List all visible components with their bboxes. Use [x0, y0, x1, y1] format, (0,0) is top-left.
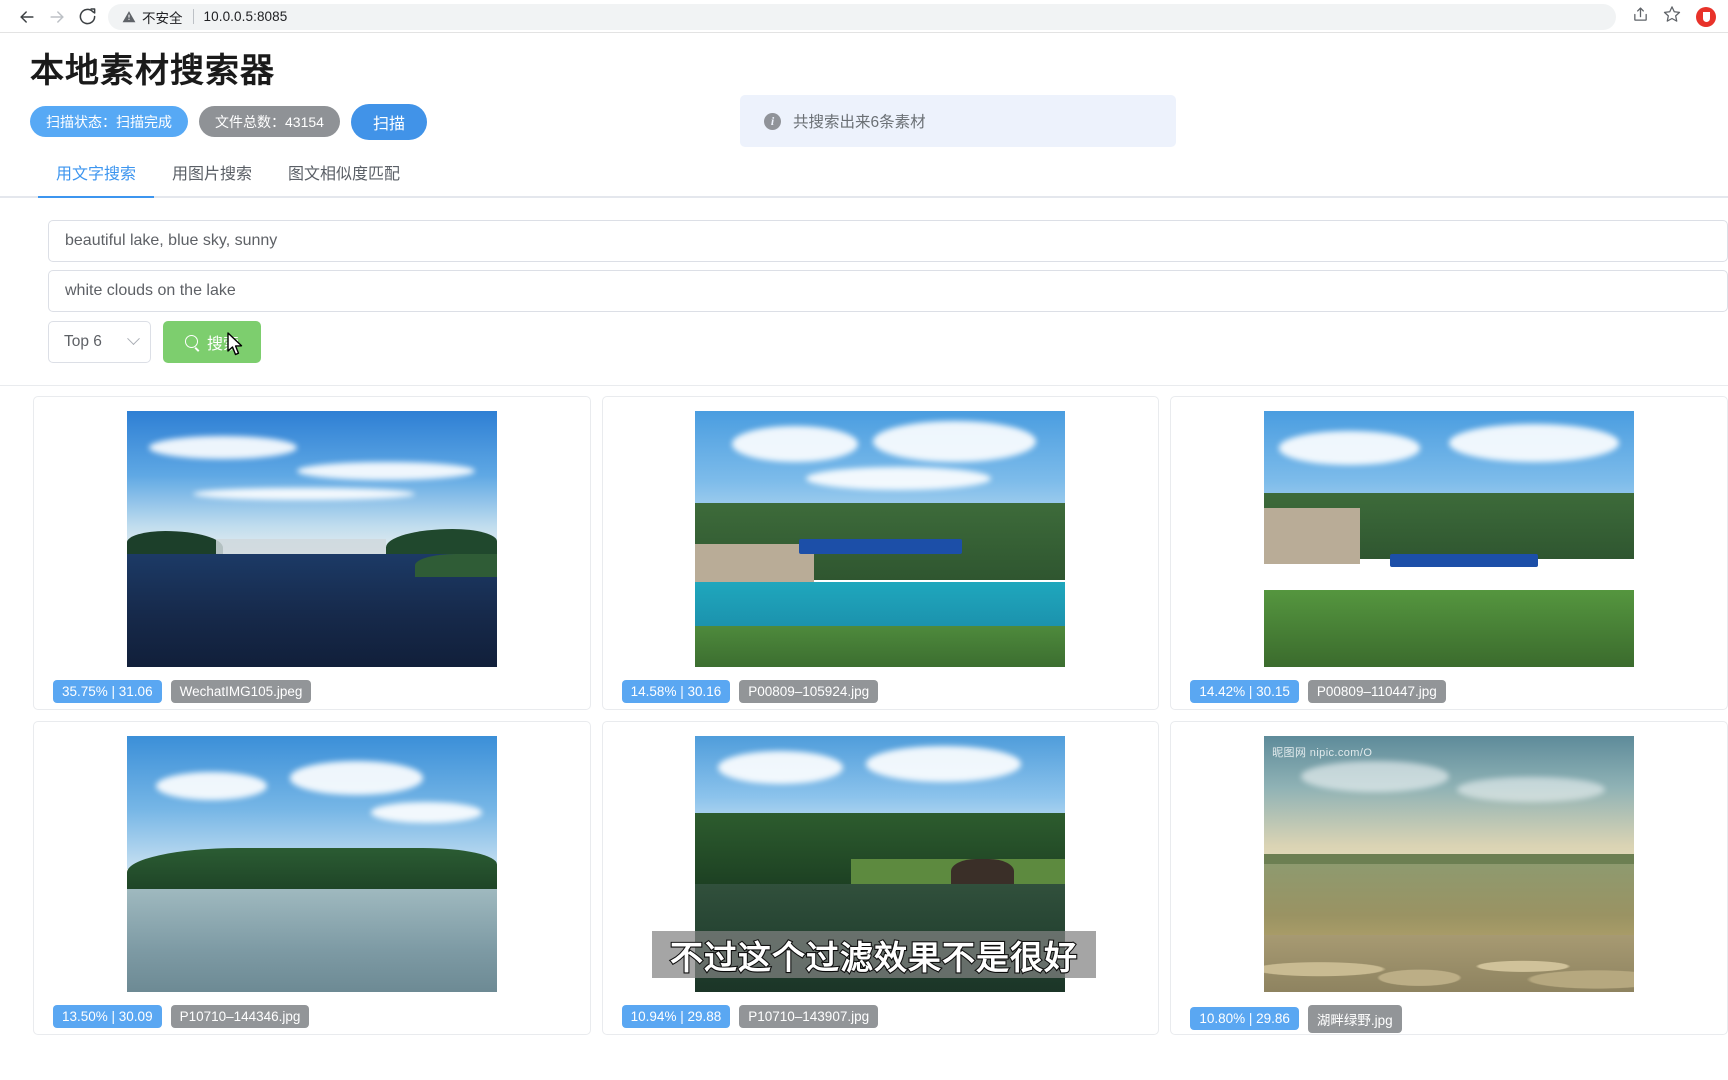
tab-text-search[interactable]: 用文字搜索: [38, 160, 155, 198]
security-warning-text: 不安全: [142, 10, 183, 26]
photo-quarry-lake-train: [695, 410, 1066, 667]
security-warning-icon: [122, 10, 136, 24]
query-input-primary[interactable]: [48, 219, 1728, 262]
address-bar[interactable]: 不安全 10.0.0.5:8085: [108, 3, 1616, 30]
adblock-extension-icon[interactable]: [1696, 6, 1716, 27]
score-badge: 10.80% | 29.86: [1190, 1007, 1299, 1031]
magnifier-icon: [185, 335, 198, 349]
back-arrow-icon: [17, 7, 37, 27]
reload-button[interactable]: [72, 2, 102, 32]
tab-image-text-similarity[interactable]: 图文相似度匹配: [270, 160, 418, 196]
result-card[interactable]: 昵图网 nipic.com/O 10.80% | 29.86 湖畔绿野.jpg: [1170, 720, 1728, 1035]
search-button[interactable]: 搜索: [163, 320, 262, 363]
score-badge: 10.94% | 29.88: [621, 1004, 731, 1028]
result-thumbnail[interactable]: 昵图网 nipic.com/O: [1264, 735, 1635, 992]
top-n-value: Top 6: [64, 332, 102, 350]
file-count-badge: 文件总数：43154: [199, 106, 340, 138]
forward-button[interactable]: [42, 2, 72, 32]
photo-lake-city: [126, 410, 497, 667]
browser-toolbar: 不安全 10.0.0.5:8085: [0, 0, 1728, 33]
image-watermark: 昵图网 nipic.com/O: [1272, 746, 1373, 759]
filename-badge: WechatIMG105.jpeg: [170, 679, 312, 703]
result-thumbnail[interactable]: [126, 410, 497, 667]
result-meta: 14.58% | 30.16 P00809–105924.jpg: [603, 679, 879, 703]
status-badges: 扫描状态：扫描完成 文件总数：43154 扫描: [30, 103, 427, 140]
share-button[interactable]: [1626, 3, 1654, 31]
result-meta: 13.50% | 30.09 P10710–144346.jpg: [34, 1004, 310, 1028]
filename-badge: P10710–144346.jpg: [170, 1004, 310, 1028]
result-meta: 10.80% | 29.86 湖畔绿野.jpg: [1171, 1004, 1402, 1033]
info-icon: i: [764, 112, 781, 130]
result-meta: 10.94% | 29.88 P10710–143907.jpg: [603, 1004, 879, 1028]
photo-quarry-lake-bank: [1264, 410, 1635, 667]
result-card[interactable]: 13.50% | 30.09 P10710–144346.jpg: [33, 720, 591, 1035]
result-meta: 35.75% | 31.06 WechatIMG105.jpeg: [34, 679, 312, 703]
page-title: 本地素材搜索器: [30, 52, 275, 90]
search-button-label: 搜索: [207, 335, 240, 353]
chevron-down-icon: [127, 332, 140, 346]
form-controls-row: Top 6 搜索: [48, 320, 1728, 363]
info-message: 共搜索出来6条素材: [793, 114, 926, 131]
subtitle-text: 不过这个过滤效果不是很好: [669, 937, 1078, 976]
result-meta: 14.42% | 30.15 P00809–110447.jpg: [1171, 679, 1446, 703]
app-page: 本地素材搜索器 扫描状态：扫描完成 文件总数：43154 扫描 i 共搜索出来6…: [0, 33, 1728, 1080]
result-thumbnail[interactable]: [126, 735, 497, 992]
filename-badge: 湖畔绿野.jpg: [1307, 1004, 1402, 1033]
omnibox-divider: [192, 9, 194, 24]
result-card[interactable]: 35.75% | 31.06 WechatIMG105.jpeg: [33, 395, 591, 710]
result-thumbnail[interactable]: [695, 410, 1066, 667]
score-badge: 14.58% | 30.16: [621, 679, 731, 703]
bookmark-button[interactable]: [1658, 3, 1686, 31]
search-mode-tabs: 用文字搜索 用图片搜索 图文相似度匹配: [0, 156, 1728, 198]
top-n-select[interactable]: Top 6: [48, 320, 151, 363]
star-icon: [1663, 5, 1681, 28]
query-input-secondary[interactable]: [48, 269, 1728, 312]
photo-calm-lake: [126, 735, 497, 992]
score-badge: 13.50% | 30.09: [53, 1004, 162, 1028]
result-info-banner: i 共搜索出来6条素材: [740, 95, 1176, 147]
score-badge: 14.42% | 30.15: [1190, 679, 1299, 703]
browser-actions: [1626, 3, 1716, 31]
adblock-glyph: [1702, 11, 1710, 22]
tab-image-search[interactable]: 用图片搜索: [154, 160, 270, 196]
result-card[interactable]: 14.58% | 30.16 P00809–105924.jpg: [601, 395, 1160, 710]
result-card[interactable]: 14.42% | 30.15 P00809–110447.jpg: [1170, 395, 1728, 710]
search-form: Top 6 搜索: [0, 198, 1728, 386]
score-badge: 35.75% | 31.06: [53, 679, 162, 703]
result-card[interactable]: 10.94% | 29.88 P10710–143907.jpg: [601, 720, 1160, 1035]
filename-badge: P00809–105924.jpg: [739, 679, 879, 703]
url-text: 10.0.0.5:8085: [203, 9, 288, 24]
back-button[interactable]: [12, 2, 42, 32]
photo-sepia-marsh: 昵图网 nipic.com/O: [1264, 735, 1635, 992]
subtitle-overlay: 不过这个过滤效果不是很好: [652, 931, 1096, 978]
result-thumbnail[interactable]: [1264, 410, 1635, 667]
filename-badge: P00809–110447.jpg: [1307, 679, 1446, 703]
reload-icon: [78, 7, 97, 26]
scan-status-badge: 扫描状态：扫描完成: [30, 106, 188, 138]
scan-button[interactable]: 扫描: [350, 103, 427, 140]
filename-badge: P10710–143907.jpg: [739, 1004, 879, 1028]
forward-arrow-icon: [47, 7, 67, 27]
share-icon: [1632, 6, 1649, 28]
